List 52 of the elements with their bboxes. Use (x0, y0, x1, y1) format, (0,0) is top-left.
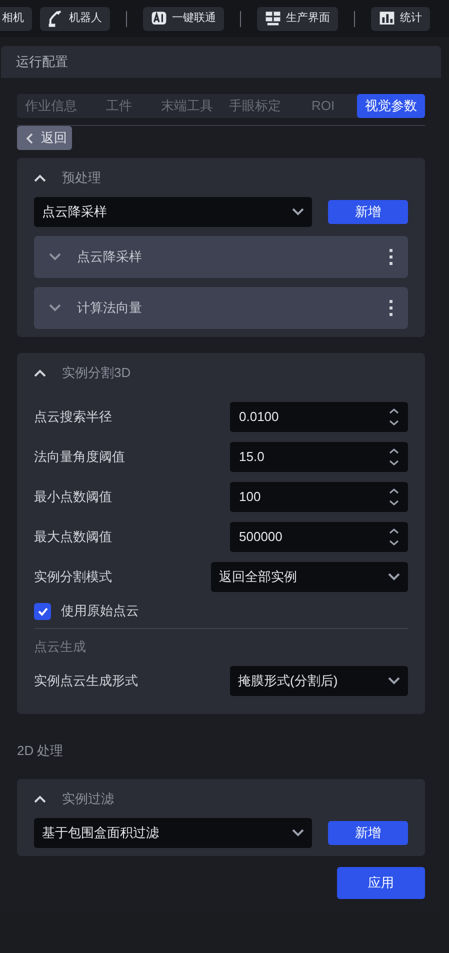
ai-icon (151, 10, 167, 27)
section-header[interactable]: 预处理 (34, 158, 408, 197)
subsection-title: 点云生成 (34, 638, 87, 656)
chevron-down-icon (292, 208, 304, 216)
field-label: 实例分割模式 (34, 568, 112, 586)
bar-chart-icon (379, 10, 395, 27)
step-label: 点云降采样 (77, 248, 143, 266)
number-input[interactable]: 500000 (230, 522, 408, 552)
nav-button[interactable]: 一键联通 (143, 6, 224, 30)
number-input[interactable]: 100 (230, 482, 408, 512)
apply-button[interactable]: 应用 (337, 867, 425, 899)
section-header[interactable]: 实例过滤 (34, 779, 408, 818)
field-label: 最大点数阈值 (34, 528, 112, 546)
stepper-icon (389, 528, 399, 546)
step-item[interactable]: 点云降采样 (34, 236, 408, 278)
section-title: 2D 处理 (17, 742, 64, 760)
chevron-down-icon (388, 676, 400, 684)
field-label: 点云搜索半径 (34, 408, 112, 426)
dropdown[interactable]: 返回全部实例 (211, 562, 408, 592)
add-button[interactable]: 新增 (328, 200, 408, 224)
tab[interactable]: 视觉参数 (357, 94, 425, 118)
nav-button[interactable]: 相机 (0, 6, 32, 30)
step-item[interactable]: 计算法向量 (34, 287, 408, 329)
number-input[interactable]: 15.0 (230, 442, 408, 472)
add-button[interactable]: 新增 (328, 821, 408, 845)
stepper-icon (389, 408, 399, 426)
number-input[interactable]: 0.0100 (230, 402, 408, 432)
stepper-icon (389, 488, 399, 506)
more-vertical-icon (389, 249, 393, 265)
field-label: 实例点云生成形式 (34, 672, 138, 690)
nav-button[interactable]: 机器人 (40, 6, 110, 30)
panel-title: 运行配置 (16, 53, 68, 72)
more-vertical-icon (389, 300, 393, 316)
field-label: 最小点数阈值 (34, 488, 112, 506)
checkbox-label: 使用原始点云 (61, 602, 139, 620)
step-label: 计算法向量 (77, 299, 143, 318)
stepper-icon (389, 448, 399, 466)
dropdown[interactable]: 基于包围盒面积过滤 (34, 818, 312, 848)
section-header[interactable]: 实例分割3D (34, 353, 408, 392)
chevron-down-icon (292, 829, 304, 837)
field-label: 法向量角度阈值 (34, 448, 125, 466)
monitor-icon (265, 10, 281, 27)
checkbox[interactable] (34, 602, 51, 620)
checkmark-icon (38, 606, 48, 616)
nav-button[interactable]: 统计 (371, 6, 430, 30)
dropdown[interactable]: 掩膜形式(分割后) (230, 666, 408, 696)
back-button[interactable]: 返回 (17, 126, 72, 150)
nav-button[interactable]: 生产界面 (257, 6, 338, 30)
chevron-left-icon (26, 132, 33, 144)
robot-arm-icon (48, 10, 64, 27)
dropdown[interactable]: 点云降采样 (34, 197, 312, 227)
chevron-down-icon (388, 573, 400, 581)
